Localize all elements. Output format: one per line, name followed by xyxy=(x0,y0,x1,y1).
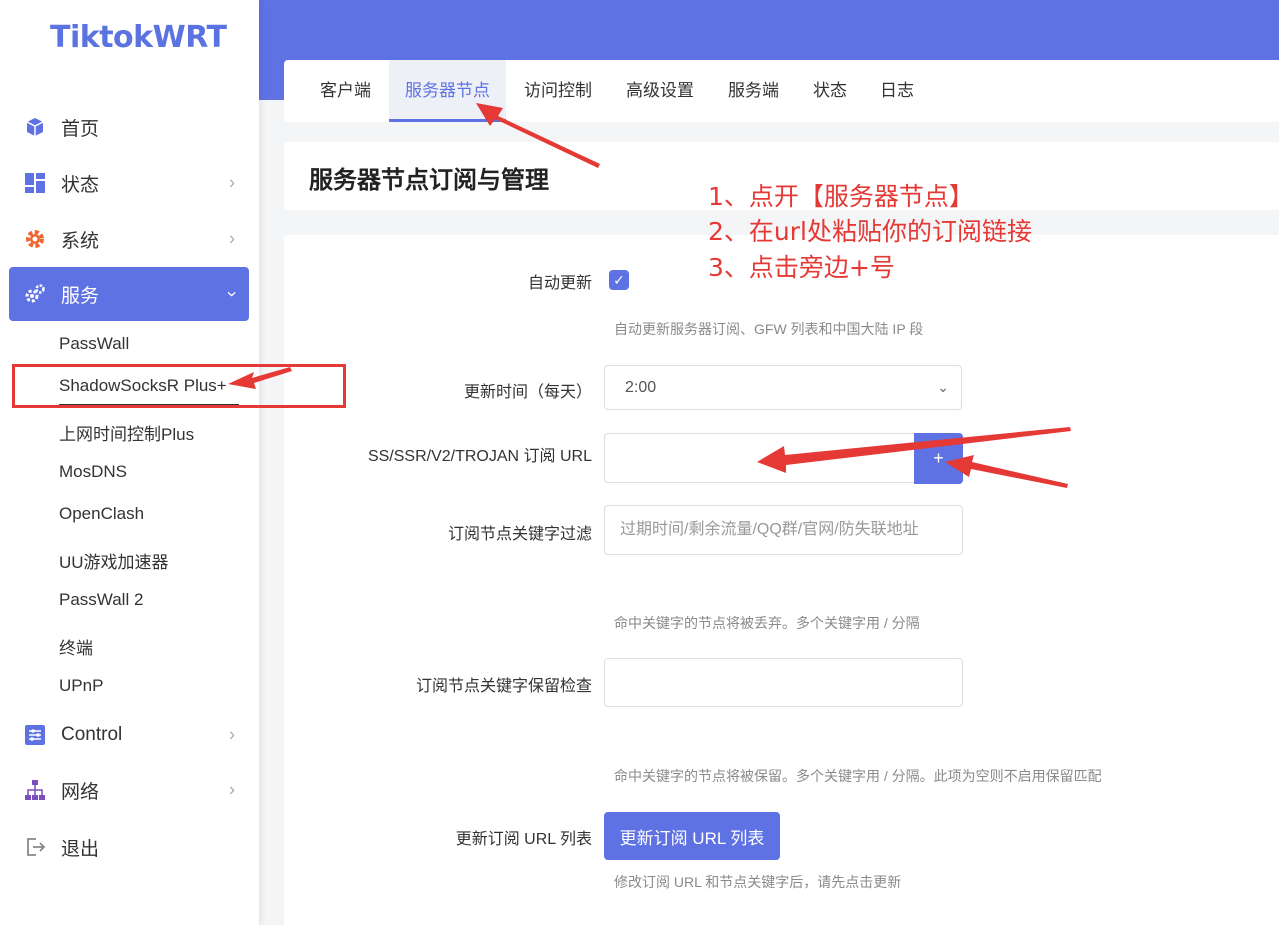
keep-label: 订阅节点关键字保留检查 xyxy=(415,678,592,695)
sidebar-subitem-openclash[interactable]: OpenClash xyxy=(59,504,144,524)
auto-update-label: 自动更新 xyxy=(527,275,592,292)
sidebar-subitem-passwall2[interactable]: PassWall 2 xyxy=(59,590,143,610)
dashboard-icon xyxy=(23,171,47,195)
sub-url-input[interactable] xyxy=(604,433,916,483)
sidebar-item-label: 退出 xyxy=(61,838,100,860)
update-time-label: 更新时间（每天） xyxy=(463,384,592,401)
sitemap-icon xyxy=(23,778,47,802)
logout-icon xyxy=(23,835,47,859)
chevron-right-icon: › xyxy=(229,172,235,193)
annotation-highlight-box xyxy=(12,364,346,408)
refresh-help: 修改订阅 URL 和节点关键字后，请先点击更新 xyxy=(614,874,902,890)
chevron-right-icon: › xyxy=(229,724,235,745)
annotation-step-2: 2、在url处粘贴你的订阅链接 xyxy=(708,217,1032,246)
refresh-sub-url-button[interactable]: 更新订阅 URL 列表 xyxy=(604,812,780,860)
filter-input[interactable]: 过期时间/剩余流量/QQ群/官网/防失联地址 xyxy=(604,505,963,555)
app-logo[interactable]: TiktokWRT xyxy=(50,20,227,55)
sub-url-label: SS/SSR/V2/TROJAN 订阅 URL xyxy=(367,448,592,465)
sidebar-item-logout[interactable]: 退出 xyxy=(9,820,249,874)
sidebar-subitem-terminal[interactable]: 终端 xyxy=(59,634,93,659)
check-icon: ✓ xyxy=(613,271,625,288)
page-title: 服务器节点订阅与管理 xyxy=(309,167,549,194)
chevron-right-icon: › xyxy=(229,228,235,249)
sidebar-item-status[interactable]: 状态 › xyxy=(9,156,249,210)
sidebar-item-services[interactable]: 服务 › xyxy=(9,267,249,321)
gear-icon xyxy=(23,227,47,251)
auto-update-help: 自动更新服务器订阅、GFW 列表和中国大陆 IP 段 xyxy=(614,321,924,337)
tab-status[interactable]: 状态 xyxy=(797,60,863,122)
chevron-down-icon: › xyxy=(222,291,243,297)
update-time-value: 2:00 xyxy=(625,379,657,396)
sidebar-item-network[interactable]: 网络 › xyxy=(9,763,249,817)
sidebar-item-system[interactable]: 系统 › xyxy=(9,212,249,266)
sidebar: TiktokWRT 首页 状态 › 系统 › 服务 › PassWall Sha… xyxy=(0,0,346,925)
sidebar-subitem-passwall[interactable]: PassWall xyxy=(59,334,129,354)
tab-bar: 客户端 服务器节点 访问控制 高级设置 服务端 状态 日志 xyxy=(284,60,1279,122)
update-time-select[interactable]: 2:00 ⌄ xyxy=(604,365,962,410)
tab-access-control[interactable]: 访问控制 xyxy=(508,60,608,122)
sidebar-subitem-uu[interactable]: UU游戏加速器 xyxy=(59,548,169,573)
sidebar-item-home[interactable]: 首页 xyxy=(9,100,249,154)
sidebar-item-control[interactable]: Control › xyxy=(9,708,249,762)
sliders-icon xyxy=(23,723,47,747)
tab-advanced[interactable]: 高级设置 xyxy=(610,60,710,122)
filter-label: 订阅节点关键字过滤 xyxy=(447,526,592,543)
chevron-right-icon: › xyxy=(229,779,235,800)
keep-input[interactable] xyxy=(604,658,963,707)
sidebar-subitem-mosdns[interactable]: MosDNS xyxy=(59,462,127,482)
tab-server-nodes[interactable]: 服务器节点 xyxy=(389,60,506,122)
sidebar-item-label: 状态 xyxy=(61,174,100,196)
cube-icon xyxy=(23,115,47,139)
cogs-icon xyxy=(23,282,47,306)
sidebar-item-label: 网络 xyxy=(61,781,100,803)
chevron-down-icon: ⌄ xyxy=(937,379,949,395)
sidebar-item-label: Control xyxy=(61,724,123,745)
sidebar-item-label: 系统 xyxy=(61,230,100,252)
annotation-step-1: 1、点开【服务器节点】 xyxy=(708,182,974,211)
sidebar-subitem-timecontrol[interactable]: 上网时间控制Plus xyxy=(59,420,194,445)
sidebar-item-label: 服务 xyxy=(61,285,100,307)
refresh-label: 更新订阅 URL 列表 xyxy=(455,831,592,848)
tab-client[interactable]: 客户端 xyxy=(304,60,387,122)
tab-server[interactable]: 服务端 xyxy=(712,60,795,122)
keep-help: 命中关键字的节点将被保留。多个关键字用 / 分隔。此项为空则不启用保留匹配 xyxy=(614,768,1102,784)
add-sub-url-button[interactable]: + xyxy=(914,433,963,484)
tab-log[interactable]: 日志 xyxy=(864,60,930,122)
sidebar-subitem-upnp[interactable]: UPnP xyxy=(59,676,103,696)
auto-update-checkbox[interactable]: ✓ xyxy=(609,270,629,290)
filter-help: 命中关键字的节点将被丢弃。多个关键字用 / 分隔 xyxy=(614,615,920,631)
sidebar-item-label: 首页 xyxy=(61,118,100,140)
annotation-step-3: 3、点击旁边+号 xyxy=(708,253,895,282)
